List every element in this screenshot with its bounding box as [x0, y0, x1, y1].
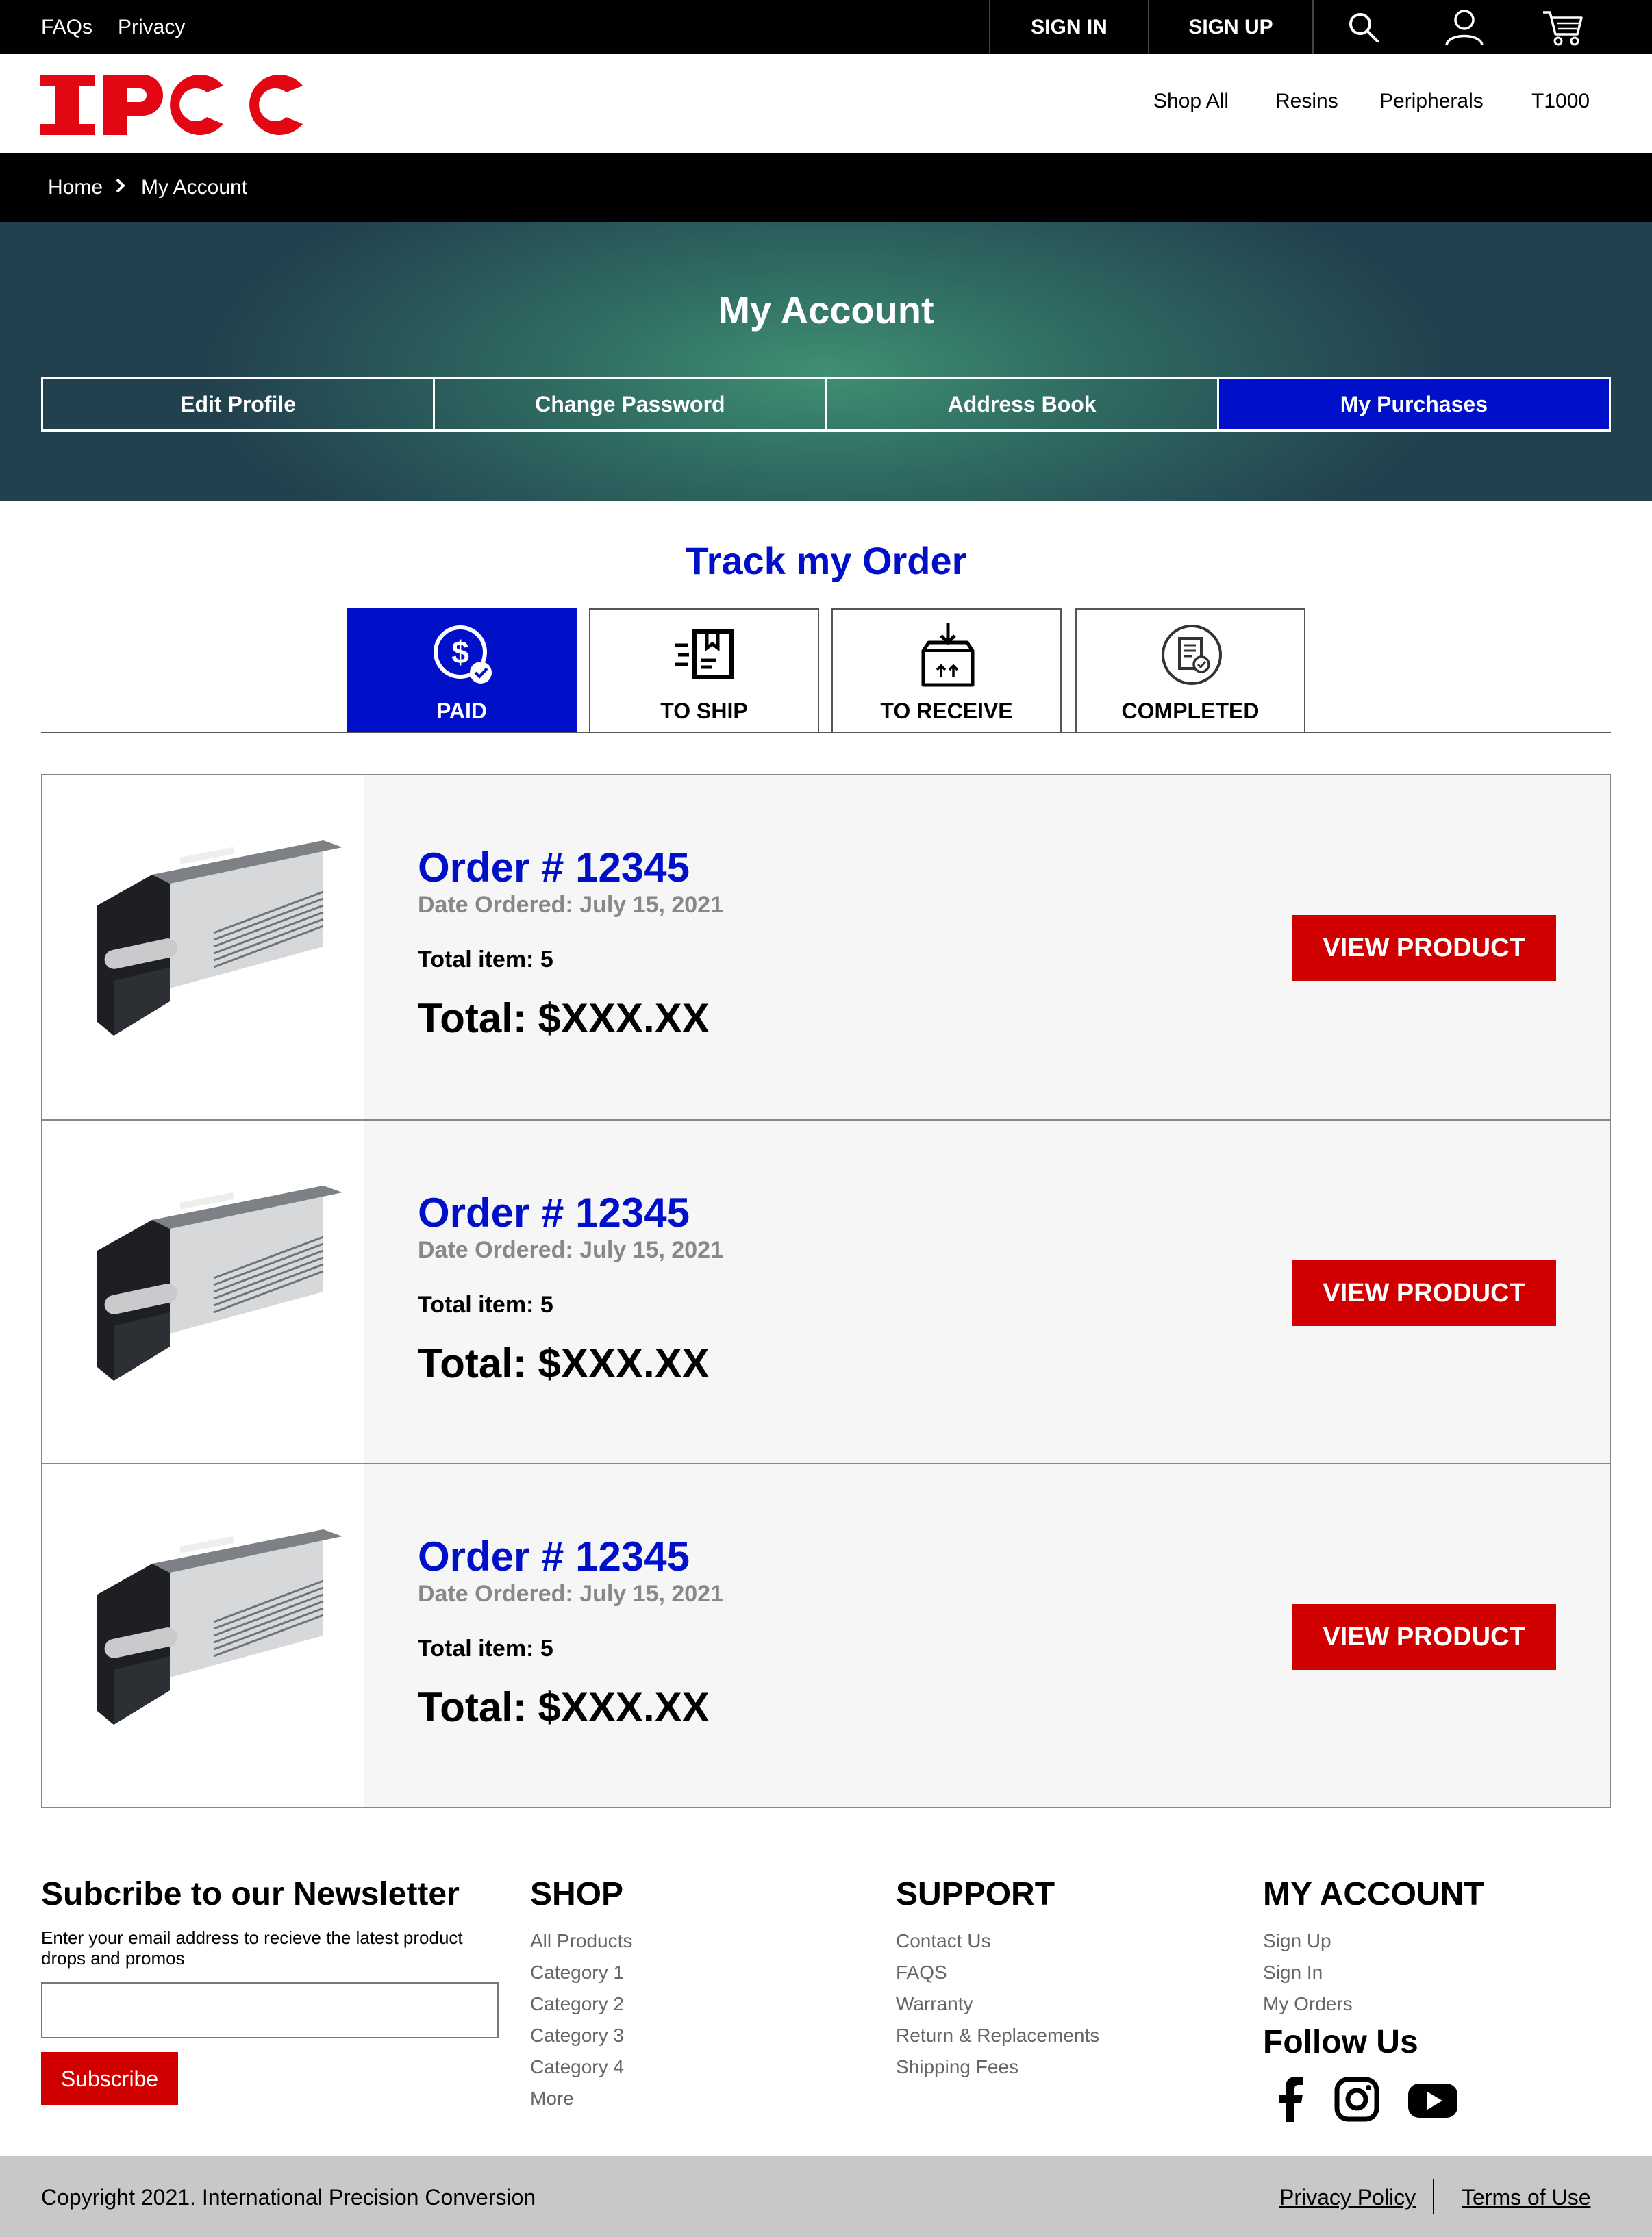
main-header: Shop All Resins Peripherals T1000 — [0, 54, 1652, 153]
order-item-count: Total item: 5 — [418, 1636, 553, 1662]
status-paid[interactable]: $ PAID — [347, 608, 577, 733]
order-total: Total: $XXX.XX — [418, 995, 710, 1041]
tab-change-password[interactable]: Change Password — [433, 377, 827, 432]
ipcc-logo[interactable] — [40, 71, 311, 139]
newsletter-title: Subcribe to our Newsletter — [41, 1876, 460, 1912]
footer-link-category-3[interactable]: Category 3 — [530, 2025, 624, 2047]
order-date: Date Ordered: July 15, 2021 — [418, 1581, 724, 1607]
cart-icon[interactable] — [1515, 0, 1611, 54]
youtube-icon[interactable] — [1407, 2075, 1457, 2123]
footer-link-contact-us[interactable]: Contact Us — [896, 1930, 991, 1952]
newsletter-description: Enter your email address to recieve the … — [41, 1927, 463, 1969]
product-image — [42, 1121, 364, 1463]
order-card: Order # 12345 Date Ordered: July 15, 202… — [42, 775, 1610, 1119]
nav-t1000[interactable]: T1000 — [1531, 90, 1590, 113]
order-date: Date Ordered: July 15, 2021 — [418, 1237, 724, 1263]
bottom-bar: Copyright 2021. International Precision … — [0, 2156, 1652, 2237]
footer-shop-title: SHOP — [530, 1876, 624, 1912]
order-number: Order # 12345 — [418, 1190, 690, 1236]
footer-link-faqs[interactable]: FAQS — [896, 1962, 947, 1984]
footer-account-title: MY ACCOUNT — [1263, 1876, 1484, 1912]
account-hero: My Account Edit Profile Change Password … — [0, 222, 1652, 501]
footer-support-title: SUPPORT — [896, 1876, 1055, 1912]
view-product-button[interactable]: VIEW PRODUCT — [1292, 1604, 1556, 1670]
order-number: Order # 12345 — [418, 1534, 690, 1579]
chevron-right-icon — [114, 174, 127, 203]
view-product-button[interactable]: VIEW PRODUCT — [1292, 1260, 1556, 1326]
search-icon[interactable] — [1312, 0, 1414, 54]
status-label: PAID — [436, 699, 488, 723]
legal-divider — [1433, 2179, 1434, 2214]
order-item-count: Total item: 5 — [418, 1292, 553, 1318]
privacy-link[interactable]: Privacy — [118, 0, 185, 54]
footer-link-more[interactable]: More — [530, 2088, 574, 2110]
breadcrumb-my-account: My Account — [141, 176, 248, 199]
privacy-policy-link[interactable]: Privacy Policy — [1279, 2185, 1416, 2210]
nav-resins[interactable]: Resins — [1275, 90, 1338, 113]
page-title: My Account — [718, 288, 934, 332]
account-tabs: Edit Profile Change Password Address Boo… — [41, 377, 1611, 432]
terms-of-use-link[interactable]: Terms of Use — [1462, 2185, 1590, 2210]
newsletter-email-input[interactable] — [41, 1982, 499, 2038]
follow-us-title: Follow Us — [1263, 2024, 1418, 2060]
breadcrumb: Home My Account — [0, 153, 1652, 222]
footer-link-warranty[interactable]: Warranty — [896, 1993, 973, 2015]
status-divider — [41, 732, 1611, 733]
tab-my-purchases[interactable]: My Purchases — [1216, 377, 1611, 432]
dollar-check-icon: $ — [429, 622, 497, 690]
faqs-link[interactable]: FAQs — [41, 0, 92, 54]
footer-link-returns[interactable]: Return & Replacements — [896, 2025, 1099, 2047]
shipping-box-icon — [671, 622, 740, 690]
footer-link-shipping-fees[interactable]: Shipping Fees — [896, 2056, 1018, 2078]
breadcrumb-home[interactable]: Home — [48, 176, 103, 199]
facebook-icon[interactable] — [1267, 2075, 1315, 2123]
track-order-title: Track my Order — [685, 539, 967, 582]
status-label: TO SHIP — [660, 699, 748, 723]
status-label: COMPLETED — [1121, 699, 1260, 723]
footer-link-sign-up[interactable]: Sign Up — [1263, 1930, 1331, 1952]
svg-text:$: $ — [451, 634, 469, 670]
tab-address-book[interactable]: Address Book — [825, 377, 1219, 432]
nav-peripherals[interactable]: Peripherals — [1379, 90, 1484, 113]
subscribe-button[interactable]: Subscribe — [41, 2052, 178, 2105]
status-to-receive[interactable]: TO RECEIVE — [831, 608, 1062, 733]
order-card: Order # 12345 Date Ordered: July 15, 202… — [42, 1463, 1610, 1807]
footer-link-category-4[interactable]: Category 4 — [530, 2056, 624, 2078]
order-total: Total: $XXX.XX — [418, 1340, 710, 1386]
order-card: Order # 12345 Date Ordered: July 15, 202… — [42, 1119, 1610, 1463]
product-image — [42, 1464, 364, 1807]
footer-link-my-orders[interactable]: My Orders — [1263, 1993, 1353, 2015]
product-image — [42, 775, 364, 1119]
tab-edit-profile[interactable]: Edit Profile — [41, 377, 436, 432]
order-item-count: Total item: 5 — [418, 947, 553, 973]
order-number: Order # 12345 — [418, 845, 690, 890]
status-to-ship[interactable]: TO SHIP — [589, 608, 819, 733]
orders-list: Order # 12345 Date Ordered: July 15, 202… — [41, 774, 1611, 1808]
top-utility-bar: FAQs Privacy SIGN IN SIGN UP — [0, 0, 1652, 54]
receive-box-icon — [914, 622, 982, 690]
footer-link-category-1[interactable]: Category 1 — [530, 1962, 624, 1984]
status-completed[interactable]: COMPLETED — [1075, 608, 1305, 733]
sign-up-button[interactable]: SIGN UP — [1148, 0, 1312, 54]
order-date: Date Ordered: July 15, 2021 — [418, 892, 724, 918]
view-product-button[interactable]: VIEW PRODUCT — [1292, 915, 1556, 981]
footer-link-all-products[interactable]: All Products — [530, 1930, 632, 1952]
order-total: Total: $XXX.XX — [418, 1684, 710, 1730]
instagram-icon[interactable] — [1333, 2075, 1381, 2123]
footer-link-sign-in[interactable]: Sign In — [1263, 1962, 1323, 1984]
copyright-text: Copyright 2021. International Precision … — [41, 2185, 536, 2210]
sign-in-button[interactable]: SIGN IN — [989, 0, 1148, 54]
user-icon[interactable] — [1414, 0, 1515, 54]
nav-shop-all[interactable]: Shop All — [1153, 90, 1229, 113]
footer-link-category-2[interactable]: Category 2 — [530, 1993, 624, 2015]
status-label: TO RECEIVE — [880, 699, 1013, 723]
completed-document-icon — [1157, 622, 1226, 690]
